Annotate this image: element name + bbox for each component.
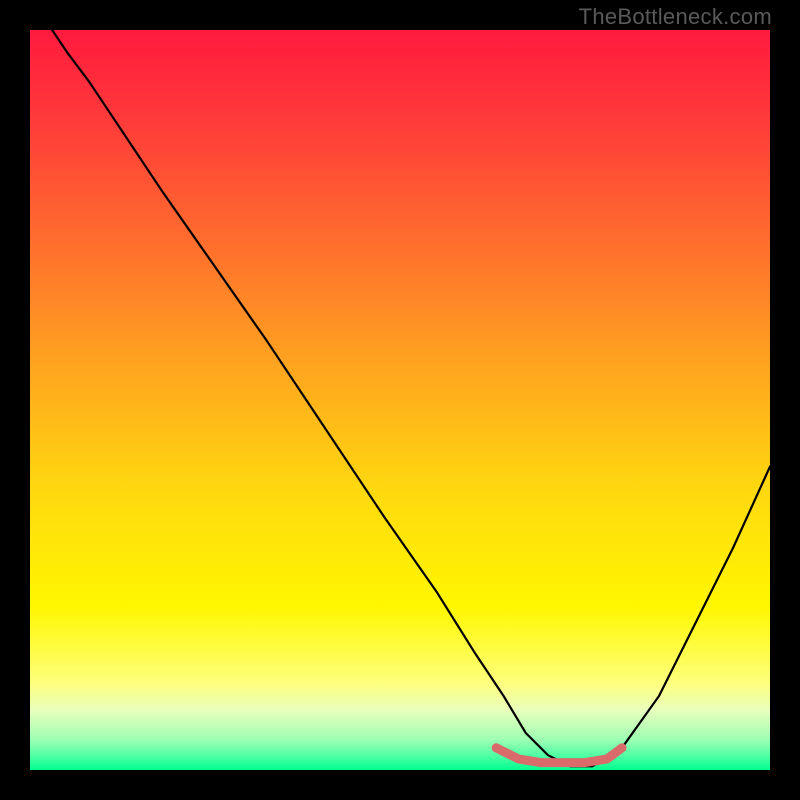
plot-area [30, 30, 770, 770]
watermark-text: TheBottleneck.com [579, 4, 772, 30]
chart-container: TheBottleneck.com [0, 0, 800, 800]
gradient-background [30, 30, 770, 770]
